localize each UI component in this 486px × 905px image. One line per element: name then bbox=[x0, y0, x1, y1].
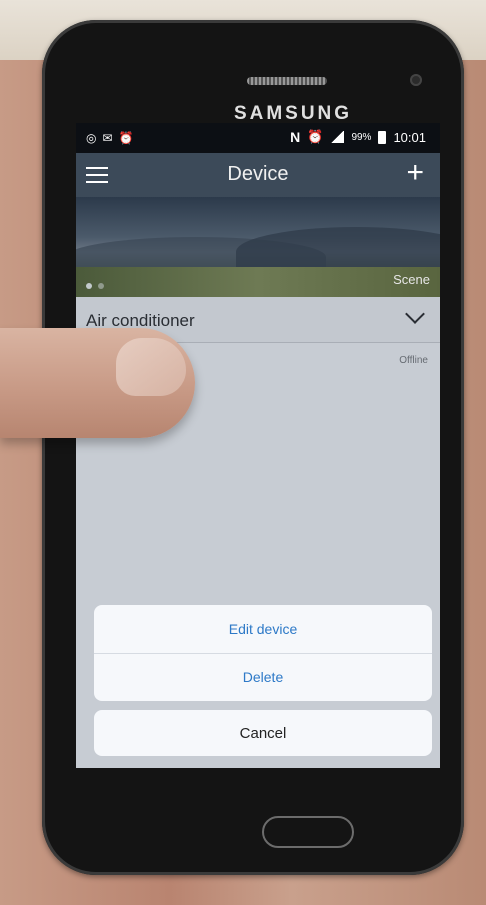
status-right: N ⏰ 99% 10:01 bbox=[290, 129, 426, 145]
alarm-status-icon: ⏰ bbox=[307, 129, 324, 144]
page-dot bbox=[86, 283, 92, 289]
page-title: Device bbox=[227, 163, 289, 185]
app-bar: Device + bbox=[76, 153, 440, 197]
add-icon[interactable]: + bbox=[406, 155, 424, 191]
brand-logo: SAMSUNG bbox=[233, 103, 353, 124]
fingernail bbox=[116, 338, 186, 396]
device-status: Offline bbox=[399, 355, 428, 366]
chevron-down-icon[interactable] bbox=[405, 304, 425, 324]
delete-button[interactable]: Delete bbox=[94, 653, 432, 701]
cancel-button[interactable]: Cancel bbox=[94, 710, 432, 756]
status-bar: ◎ ✉ ⏰ N ⏰ 99% 10:01 bbox=[76, 123, 440, 153]
signal-icon bbox=[330, 131, 345, 143]
banner-page-indicator bbox=[86, 283, 104, 289]
front-camera bbox=[410, 74, 422, 86]
scene-banner[interactable]: Scene bbox=[76, 197, 440, 297]
battery-icon bbox=[378, 130, 387, 144]
page-dot bbox=[98, 283, 104, 289]
nfc-icon: N bbox=[290, 129, 301, 145]
scene-label[interactable]: Scene bbox=[393, 272, 430, 287]
banner-hill bbox=[76, 267, 440, 297]
clock: 10:01 bbox=[393, 129, 426, 145]
edit-device-button[interactable]: Edit device bbox=[94, 605, 432, 654]
alarm-icon: ⏰ bbox=[118, 131, 134, 145]
cast-icon: ◎ bbox=[86, 131, 97, 145]
action-sheet: Edit device Delete bbox=[94, 605, 432, 701]
app-screen: ◎ ✉ ⏰ N ⏰ 99% 10:01 Device + Scene Air c… bbox=[76, 123, 440, 768]
earpiece-speaker bbox=[247, 77, 327, 85]
battery-percent: 99% bbox=[351, 131, 372, 143]
mail-icon: ✉ bbox=[102, 131, 113, 145]
home-button[interactable] bbox=[262, 816, 354, 848]
notification-icons: ◎ ✉ ⏰ bbox=[86, 131, 134, 145]
